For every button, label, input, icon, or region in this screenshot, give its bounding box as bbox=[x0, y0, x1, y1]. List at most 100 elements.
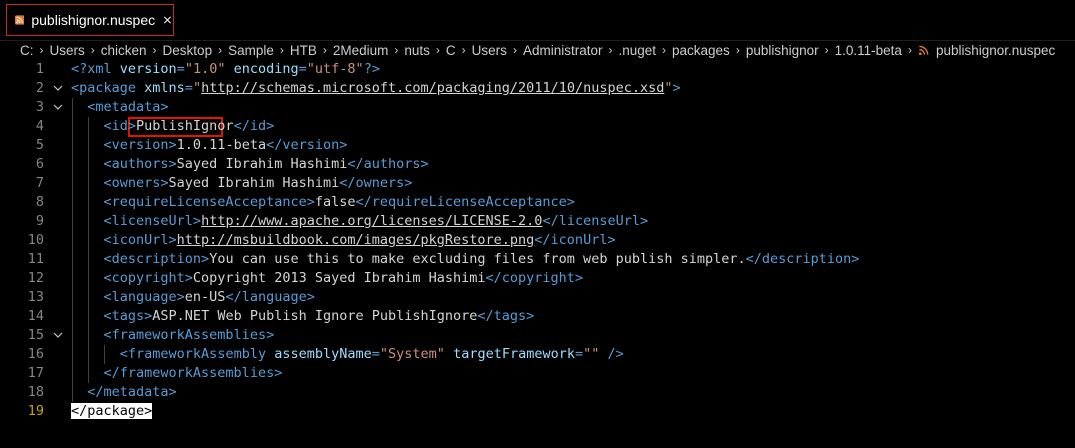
rss-file-icon bbox=[918, 45, 929, 55]
code-link[interactable]: http://schemas.microsoft.com/packaging/2… bbox=[201, 80, 664, 96]
code-line[interactable]: 8 <requireLicenseAcceptance>false</requi… bbox=[0, 193, 1075, 212]
chevron-right-icon: › bbox=[735, 43, 740, 57]
code-content: <description>You can use this to make ex… bbox=[71, 250, 860, 269]
breadcrumb-item[interactable]: C: bbox=[20, 43, 34, 58]
close-icon[interactable] bbox=[162, 13, 173, 27]
breadcrumb-item[interactable]: Sample bbox=[228, 43, 274, 58]
code-token: </tags> bbox=[477, 308, 535, 324]
file-tab[interactable]: publishignor.nuspec bbox=[6, 4, 174, 36]
breadcrumb-file[interactable]: publishignor.nuspec bbox=[936, 43, 1055, 58]
code-token: <language> bbox=[103, 289, 185, 305]
code-token: = bbox=[298, 61, 307, 77]
line-number: 18 bbox=[27, 384, 44, 400]
code-token: </authors> bbox=[347, 156, 429, 172]
code-token: version bbox=[119, 61, 177, 77]
code-line[interactable]: 11 <description>You can use this to make… bbox=[0, 250, 1075, 269]
code-line[interactable]: 6 <authors>Sayed Ibrahim Hashimi</author… bbox=[0, 155, 1075, 174]
line-number: 2 bbox=[35, 80, 44, 96]
code-line[interactable]: 3 <metadata> bbox=[0, 98, 1075, 117]
code-token: </requireLicenseAcceptance> bbox=[355, 194, 575, 210]
code-token: xmlns bbox=[144, 80, 185, 96]
rss-file-icon bbox=[15, 15, 25, 25]
line-number: 17 bbox=[27, 365, 44, 381]
breadcrumb-item[interactable]: nuts bbox=[404, 43, 430, 58]
code-token: <description> bbox=[103, 251, 210, 267]
chevron-right-icon: › bbox=[461, 43, 466, 57]
breadcrumb-item[interactable]: Administrator bbox=[523, 43, 603, 58]
code-token: /> bbox=[599, 346, 624, 362]
breadcrumb-item[interactable]: Users bbox=[50, 43, 85, 58]
tab-filename: publishignor.nuspec bbox=[31, 12, 156, 28]
code-token: <licenseUrl> bbox=[103, 213, 202, 229]
code-line[interactable]: 12 <copyright>Copyright 2013 Sayed Ibrah… bbox=[0, 269, 1075, 288]
chevron-right-icon: › bbox=[152, 43, 157, 57]
code-line[interactable]: 13 <language>en-US</language> bbox=[0, 288, 1075, 307]
code-token: "System" bbox=[379, 346, 445, 362]
line-number: 11 bbox=[27, 251, 44, 267]
breadcrumb-item[interactable]: 1.0.11-beta bbox=[835, 43, 902, 58]
breadcrumb-item[interactable]: Users bbox=[472, 43, 507, 58]
breadcrumb-item[interactable]: chicken bbox=[101, 43, 147, 58]
code-content: <version>1.0.11-beta</version> bbox=[71, 136, 348, 155]
breadcrumb-item[interactable]: publishignor bbox=[746, 43, 819, 58]
code-line[interactable]: 19 </package> bbox=[0, 402, 1075, 421]
code-line[interactable]: 2 <package xmlns="http://schemas.microsof… bbox=[0, 79, 1075, 98]
fold-chevron-icon[interactable] bbox=[52, 79, 64, 98]
code-token: = bbox=[176, 61, 185, 77]
chevron-right-icon: › bbox=[90, 43, 95, 57]
code-token: " bbox=[664, 80, 673, 96]
code-link[interactable]: http://msbuildbook.com/images/pkgRestore… bbox=[177, 232, 535, 248]
code-line[interactable]: 10 <iconUrl>http://msbuildbook.com/image… bbox=[0, 231, 1075, 250]
fold-chevron-icon[interactable] bbox=[52, 326, 64, 345]
code-token: Sayed Ibrahim Hashimi bbox=[176, 156, 348, 172]
code-token: </package> bbox=[71, 403, 153, 419]
code-line[interactable]: 15 <frameworkAssemblies> bbox=[0, 326, 1075, 345]
code-line[interactable]: 14 <tags>ASP.NET Web Publish Ignore Publ… bbox=[0, 307, 1075, 326]
line-number: 6 bbox=[35, 156, 44, 172]
code-line[interactable]: 7 <owners>Sayed Ibrahim Hashimi</owners> bbox=[0, 174, 1075, 193]
line-number: 7 bbox=[35, 175, 44, 191]
code-line[interactable]: 9 <licenseUrl>http://www.apache.org/lice… bbox=[0, 212, 1075, 231]
breadcrumb-item[interactable]: packages bbox=[672, 43, 730, 58]
code-token: </iconUrl> bbox=[534, 232, 616, 248]
code-token: = bbox=[575, 346, 584, 362]
breadcrumb-item[interactable]: HTB bbox=[290, 43, 317, 58]
code-line[interactable]: 17 </frameworkAssemblies> bbox=[0, 364, 1075, 383]
code-token: </copyright> bbox=[485, 270, 584, 286]
breadcrumb-item[interactable]: 2Medium bbox=[333, 43, 389, 58]
breadcrumb-item[interactable]: Desktop bbox=[163, 43, 213, 58]
code-token: </id> bbox=[233, 118, 275, 134]
code-token: </version> bbox=[266, 137, 348, 153]
chevron-right-icon: › bbox=[435, 43, 440, 57]
code-token: You can use this to make excluding files… bbox=[209, 251, 746, 267]
code-content: <package xmlns="http://schemas.microsoft… bbox=[71, 79, 681, 98]
fold-chevron-icon[interactable] bbox=[52, 98, 64, 117]
code-content: <tags>ASP.NET Web Publish Ignore Publish… bbox=[71, 307, 535, 326]
code-editor[interactable]: 1 <?xml version="1.0" encoding="utf-8"?> 2… bbox=[0, 60, 1075, 448]
code-line[interactable]: 5 <version>1.0.11-beta</version> bbox=[0, 136, 1075, 155]
code-line[interactable]: 1 <?xml version="1.0" encoding="utf-8"?> bbox=[0, 60, 1075, 79]
code-line[interactable]: 4 <id>PublishIgnor</id> bbox=[0, 117, 1075, 136]
breadcrumb-item[interactable]: C bbox=[446, 43, 456, 58]
code-token: <metadata> bbox=[87, 99, 169, 115]
code-link[interactable]: http://www.apache.org/licenses/LICENSE-2… bbox=[201, 213, 542, 229]
code-token: " bbox=[192, 80, 202, 96]
code-token: false bbox=[314, 194, 356, 210]
code-content: <iconUrl>http://msbuildbook.com/images/p… bbox=[71, 231, 616, 250]
code-line[interactable]: 18 </metadata> bbox=[0, 383, 1075, 402]
code-content: <frameworkAssemblies> bbox=[71, 326, 275, 345]
line-number: 14 bbox=[27, 308, 44, 324]
breadcrumb-item[interactable]: .nuget bbox=[618, 43, 656, 58]
breadcrumb: C: › Users › chicken › Desktop › Sample › HTB › 2Med… bbox=[0, 40, 1075, 60]
code-line[interactable]: 16 <frameworkAssembly assemblyName="Syst… bbox=[0, 345, 1075, 364]
code-token: <tags> bbox=[103, 308, 153, 324]
